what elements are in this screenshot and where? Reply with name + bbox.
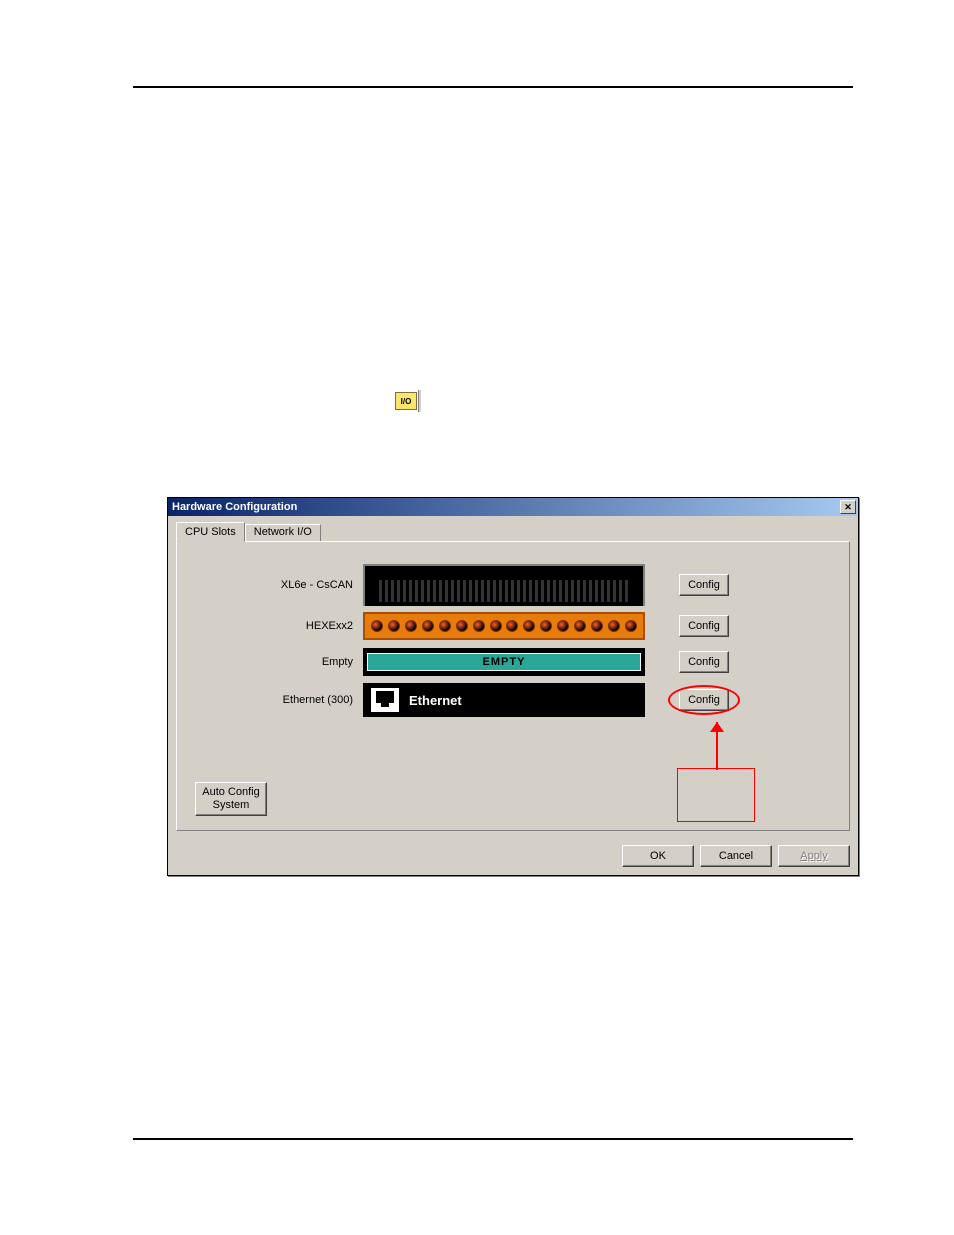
io-icon-separator [418, 390, 421, 412]
terminal-icon [439, 620, 451, 632]
slot-label-cpu: XL6e - CsCAN [195, 579, 363, 591]
annotation-arrow-line [716, 722, 718, 770]
tab-network-io[interactable]: Network I/O [245, 524, 321, 541]
cpu-fins-icon [379, 580, 629, 602]
apply-button[interactable]: Apply [778, 845, 850, 867]
terminal-icon [591, 620, 603, 632]
auto-config-system-button[interactable]: Auto Config System [195, 782, 267, 816]
slot-row-empty: Empty EMPTY Config [195, 646, 831, 678]
terminal-icon [422, 620, 434, 632]
dialog-title-bar[interactable]: Hardware Configuration ✕ [168, 498, 858, 516]
config-button-cpu[interactable]: Config [679, 574, 729, 596]
hardware-config-dialog: Hardware Configuration ✕ CPU Slots Netwo… [167, 497, 859, 876]
terminal-icon [371, 620, 383, 632]
ethernet-port-icon [371, 688, 399, 712]
terminal-icon [625, 620, 637, 632]
slot-graphic-hex [363, 612, 645, 640]
terminal-icon [405, 620, 417, 632]
slot-row-hex: HEXExx2 [195, 610, 831, 642]
config-button-ethernet-wrap: Config [645, 689, 729, 711]
ethernet-label: Ethernet [409, 693, 462, 708]
slot-row-cpu: XL6e - CsCAN Config [195, 564, 831, 606]
terminal-icon [540, 620, 552, 632]
terminal-icon [473, 620, 485, 632]
config-button-empty[interactable]: Config [679, 651, 729, 673]
terminal-icon [557, 620, 569, 632]
page-rule-top [133, 86, 853, 88]
empty-badge: EMPTY [367, 653, 641, 671]
terminal-icon [608, 620, 620, 632]
slot-label-empty: Empty [195, 656, 363, 668]
annotation-box [677, 768, 755, 822]
terminal-icon [523, 620, 535, 632]
config-button-ethernet[interactable]: Config [679, 689, 729, 711]
close-button[interactable]: ✕ [840, 500, 856, 514]
slot-graphic-ethernet: Ethernet [363, 683, 645, 717]
slot-graphic-cpu [363, 564, 645, 606]
terminal-icon [456, 620, 468, 632]
tabs: CPU Slots Network I/O [176, 522, 850, 541]
slot-graphic-empty: EMPTY [363, 648, 645, 676]
terminal-icon [388, 620, 400, 632]
ok-button[interactable]: OK [622, 845, 694, 867]
io-configure-icon[interactable]: I/O [395, 392, 417, 410]
slot-row-ethernet: Ethernet (300) Ethernet Config [195, 682, 831, 718]
cancel-button[interactable]: Cancel [700, 845, 772, 867]
dialog-footer: OK Cancel Apply [168, 839, 858, 875]
page-rule-bottom [133, 1138, 853, 1140]
config-button-hex[interactable]: Config [679, 615, 729, 637]
slot-label-hex: HEXExx2 [195, 620, 363, 632]
slot-label-ethernet: Ethernet (300) [195, 694, 363, 706]
terminal-icon [574, 620, 586, 632]
dialog-title: Hardware Configuration [172, 501, 297, 513]
tab-cpu-slots[interactable]: CPU Slots [176, 522, 245, 542]
terminal-icon [490, 620, 502, 632]
terminal-icon [506, 620, 518, 632]
